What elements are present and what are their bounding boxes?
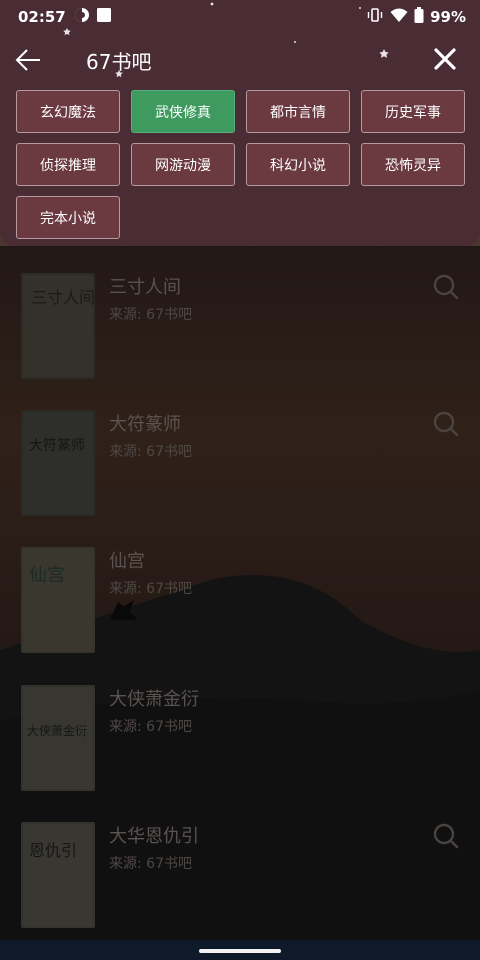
book-source: 来源: 67书吧 xyxy=(109,444,192,460)
category-chip[interactable]: 恐怖灵异 xyxy=(361,143,465,186)
wifi-icon xyxy=(390,7,408,27)
book-cover: 仙宫 xyxy=(21,547,95,653)
book-title: 三寸人间 xyxy=(109,277,181,298)
book-source: 来源: 67书吧 xyxy=(109,719,192,735)
book-title: 大侠萧金衍 xyxy=(109,689,199,710)
back-button[interactable] xyxy=(12,44,44,76)
close-button[interactable] xyxy=(430,44,460,74)
notification-square-icon xyxy=(96,7,112,27)
arrow-left-icon xyxy=(15,49,40,71)
data-saver-icon xyxy=(74,7,90,27)
category-chip[interactable]: 网游动漫 xyxy=(131,143,235,186)
list-item[interactable]: 大符篆师 大符篆师 来源: 67书吧 xyxy=(0,410,480,520)
toolbar: 67书吧 xyxy=(0,34,480,84)
battery-percent: 99% xyxy=(430,8,466,26)
status-time: 02:57 xyxy=(18,8,66,26)
search-icon[interactable] xyxy=(432,273,460,301)
book-cover: 大符篆师 xyxy=(21,410,95,516)
book-title: 大华恩仇引 xyxy=(109,826,199,847)
category-chip-selected[interactable]: 武侠修真 xyxy=(131,90,235,133)
book-source: 来源: 67书吧 xyxy=(109,581,192,597)
book-source: 来源: 67书吧 xyxy=(109,307,192,323)
close-icon xyxy=(434,48,456,70)
status-bar: 02:57 99% xyxy=(0,0,480,34)
book-cover: 恩仇引 xyxy=(21,822,95,928)
category-chip[interactable]: 科幻小说 xyxy=(246,143,350,186)
category-chip[interactable]: 都市言情 xyxy=(246,90,350,133)
home-indicator[interactable] xyxy=(199,949,281,953)
book-cover: 三寸人间 xyxy=(21,273,95,379)
book-cover: 大侠萧金衍 xyxy=(21,685,95,791)
vibrate-icon xyxy=(366,7,384,27)
search-icon[interactable] xyxy=(432,410,460,438)
list-item[interactable]: 大侠萧金衍 大侠萧金衍 来源: 67书吧 xyxy=(0,685,480,795)
book-title: 大符篆师 xyxy=(109,414,181,435)
cover-text: 三寸人间 xyxy=(31,288,95,307)
cover-text: 大侠萧金衍 xyxy=(27,723,87,738)
search-icon[interactable] xyxy=(432,822,460,850)
category-chip[interactable]: 玄幻魔法 xyxy=(16,90,120,133)
list-item[interactable]: 三寸人间 三寸人间 来源: 67书吧 xyxy=(0,273,480,383)
category-chip[interactable]: 完本小说 xyxy=(16,196,120,239)
category-panel: 02:57 99% 67书吧 玄幻魔法 武侠修真 都市言情 历史军事 侦探推理 … xyxy=(0,0,480,246)
page-title: 67书吧 xyxy=(86,50,152,74)
list-item[interactable]: 恩仇引 大华恩仇引 来源: 67书吧 xyxy=(0,822,480,932)
cover-text: 仙宫 xyxy=(29,565,65,586)
book-title: 仙宫 xyxy=(109,551,145,572)
category-chip[interactable]: 历史军事 xyxy=(361,90,465,133)
category-chip[interactable]: 侦探推理 xyxy=(16,143,120,186)
category-chips: 玄幻魔法 武侠修真 都市言情 历史军事 侦探推理 网游动漫 科幻小说 恐怖灵异 … xyxy=(16,90,468,239)
list-item[interactable]: 仙宫 仙宫 来源: 67书吧 xyxy=(0,547,480,657)
battery-icon xyxy=(414,7,424,27)
cover-text: 恩仇引 xyxy=(29,841,77,860)
book-source: 来源: 67书吧 xyxy=(109,856,192,872)
cover-text: 大符篆师 xyxy=(29,437,85,454)
